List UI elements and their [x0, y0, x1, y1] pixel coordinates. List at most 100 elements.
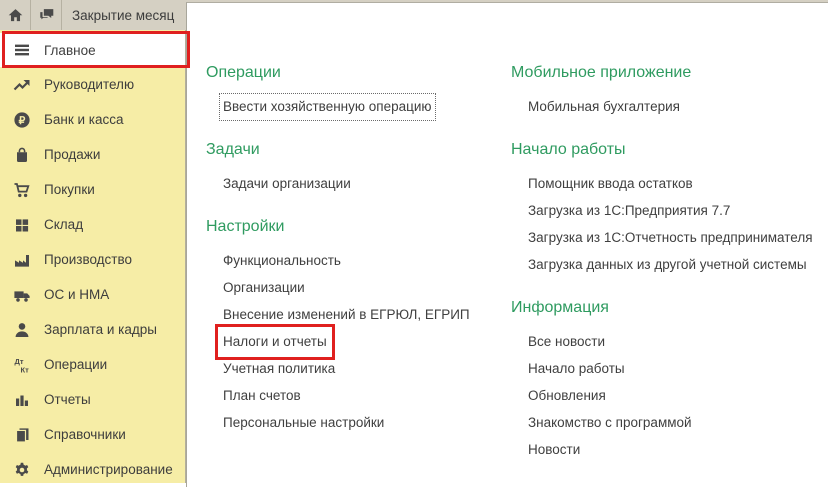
menu-icon [12, 41, 32, 59]
menu-link[interactable]: Мобильная бухгалтерия [511, 93, 828, 120]
menu-link[interactable]: Налоги и отчеты [206, 328, 511, 355]
home-icon [5, 6, 25, 24]
sidebar-item-label: Банк и касса [44, 112, 124, 127]
sidebar-item-operacii[interactable]: ДтКт Операции [0, 347, 185, 382]
truck-icon [12, 286, 32, 304]
menu-link[interactable]: Загрузка из 1С:Предприятия 7.7 [511, 197, 828, 224]
section-title: Настройки [206, 217, 511, 237]
menu-link[interactable]: Ввести хозяйственную операцию [206, 93, 511, 120]
menu-link-label: Помощник ввода остатков [528, 174, 693, 194]
app-window: Закрытие месяц Главное Руководителю ₽ Банк … [0, 0, 828, 487]
menu-link[interactable]: Организации [206, 274, 511, 301]
svg-text:Кт: Кт [21, 365, 30, 374]
gear-icon [12, 461, 32, 479]
menu-section: Мобильное приложение Мобильная бухгалтери… [511, 63, 828, 120]
menu-link-label: Мобильная бухгалтерия [528, 97, 680, 117]
section-title: Мобильное приложение [511, 63, 828, 83]
menu-link-label: Обновления [528, 386, 606, 406]
functions-menu-panel: Операции Ввести хозяйственную операцию Зад… [186, 2, 828, 487]
menu-link[interactable]: Задачи организации [206, 170, 511, 197]
chart-icon [12, 391, 32, 409]
sidebar-item-label: Справочники [44, 427, 126, 442]
sidebar-item-administrirovanie[interactable]: Администрирование [0, 452, 185, 487]
menu-section: Начало работыПомощник ввода остатковЗагр… [511, 140, 828, 278]
menu-link-label: Знакомство с программой [528, 413, 692, 433]
sidebar-item-label: Склад [44, 217, 83, 232]
sidebar-item-otchety[interactable]: Отчеты [0, 382, 185, 417]
sidebar-item-label: ОС и НМА [44, 287, 109, 302]
menu-link[interactable]: План счетов [206, 382, 511, 409]
factory-icon [12, 251, 32, 269]
dtkt-icon: ДтКт [12, 356, 32, 374]
sidebar-item-label: Главное [44, 43, 96, 58]
sidebar-item-label: Зарплата и кадры [44, 322, 157, 337]
sidebar-item-spravochniki[interactable]: Справочники [0, 417, 185, 452]
sidebar-item-prodazhi[interactable]: Продажи [0, 137, 185, 172]
menu-link-label: План счетов [223, 386, 301, 406]
sidebar-item-label: Продажи [44, 147, 100, 162]
menu-link-label: Задачи организации [223, 174, 351, 194]
sidebar-item-zarplata-i-kadry[interactable]: Зарплата и кадры [0, 312, 185, 347]
menu-section: Настройки Функциональность Организации Внес… [206, 217, 511, 436]
sidebar-item-pokupki[interactable]: Покупки [0, 172, 185, 207]
menu-link-label: Все новости [528, 332, 605, 352]
menu-link[interactable]: Обновления [511, 382, 828, 409]
menu-link-label: Налоги и отчеты [223, 332, 327, 352]
sidebar-item-sklad[interactable]: Склад [0, 207, 185, 242]
sidebar-item-label: Отчеты [44, 392, 91, 407]
sidebar-item-label: Руководителю [44, 77, 134, 92]
sidebar-item-proizvodstvo[interactable]: Производство [0, 242, 185, 277]
sidebar-item-glavnoe[interactable]: Главное [0, 33, 185, 67]
menu-link-label: Новости [528, 440, 580, 460]
sidebar-item-bank-i-kassa[interactable]: ₽ Банк и касса [0, 102, 185, 137]
menu-section: Задачи Задачи организации [206, 140, 511, 197]
menu-link-label: Загрузка из 1С:Отчетность предпринимател… [528, 228, 813, 248]
tab-title: Закрытие месяц [72, 8, 174, 23]
ruble-icon: ₽ [12, 111, 32, 129]
menu-link[interactable]: Знакомство с программой [511, 409, 828, 436]
functions-menu-columns: Операции Ввести хозяйственную операцию Зад… [206, 63, 828, 483]
sidebar-item-label: Операции [44, 357, 107, 372]
menu-link[interactable]: Функциональность [206, 247, 511, 274]
menu-link[interactable]: Загрузка данных из другой учетной систем… [511, 251, 828, 278]
menu-link-label: Организации [223, 278, 305, 298]
bag-icon [12, 146, 32, 164]
discussions-button[interactable] [31, 0, 62, 30]
menu-link-label: Ввести хозяйственную операцию [223, 97, 432, 117]
menu-link-label: Загрузка из 1С:Предприятия 7.7 [528, 201, 730, 221]
home-button[interactable] [0, 0, 31, 30]
trend-icon [12, 76, 32, 94]
open-tab-zakrytie-mesyaca[interactable]: Закрытие месяц [62, 0, 184, 30]
sidebar-item-rukovoditelyu[interactable]: Руководителю [0, 67, 185, 102]
section-title: Операции [206, 63, 511, 83]
person-icon [12, 321, 32, 339]
section-title: Информация [511, 298, 828, 318]
menu-section: Информация Все новости Начало работы Обновл… [511, 298, 828, 463]
menu-link[interactable]: Учетная политика [206, 355, 511, 382]
menu-link-label: Функциональность [223, 251, 341, 271]
svg-text:₽: ₽ [19, 115, 26, 127]
menu-link[interactable]: Помощник ввода остатков [511, 170, 828, 197]
sidebar-item-os-i-nma[interactable]: ОС и НМА [0, 277, 185, 312]
sidebar-item-label: Администрирование [44, 462, 173, 477]
menu-link-label: Загрузка данных из другой учетной систем… [528, 255, 807, 275]
menu-column-1: Операции Ввести хозяйственную операцию Зад… [206, 63, 511, 483]
menu-link[interactable]: Загрузка из 1С:Отчетность предпринимател… [511, 224, 828, 251]
menu-link[interactable]: Персональные настройки [206, 409, 511, 436]
boxes-icon [12, 216, 32, 234]
cart-icon [12, 181, 32, 199]
sidebar-item-label: Покупки [44, 182, 95, 197]
menu-link[interactable]: Внесение изменений в ЕГРЮЛ, ЕГРИП [206, 301, 511, 328]
discussions-icon [36, 6, 56, 24]
sections-sidebar: Главное Руководителю ₽ Банк и касса Продажи П… [0, 30, 186, 483]
menu-link-label: Внесение изменений в ЕГРЮЛ, ЕГРИП [223, 305, 470, 325]
books-icon [12, 426, 32, 444]
sidebar-item-label: Производство [44, 252, 132, 267]
menu-link[interactable]: Все новости [511, 328, 828, 355]
menu-link-label: Начало работы [528, 359, 625, 379]
menu-column-2: Мобильное приложение Мобильная бухгалтери… [511, 63, 828, 483]
section-title: Задачи [206, 140, 511, 160]
menu-link[interactable]: Начало работы [511, 355, 828, 382]
menu-link-label: Персональные настройки [223, 413, 384, 433]
menu-link[interactable]: Новости [511, 436, 828, 463]
